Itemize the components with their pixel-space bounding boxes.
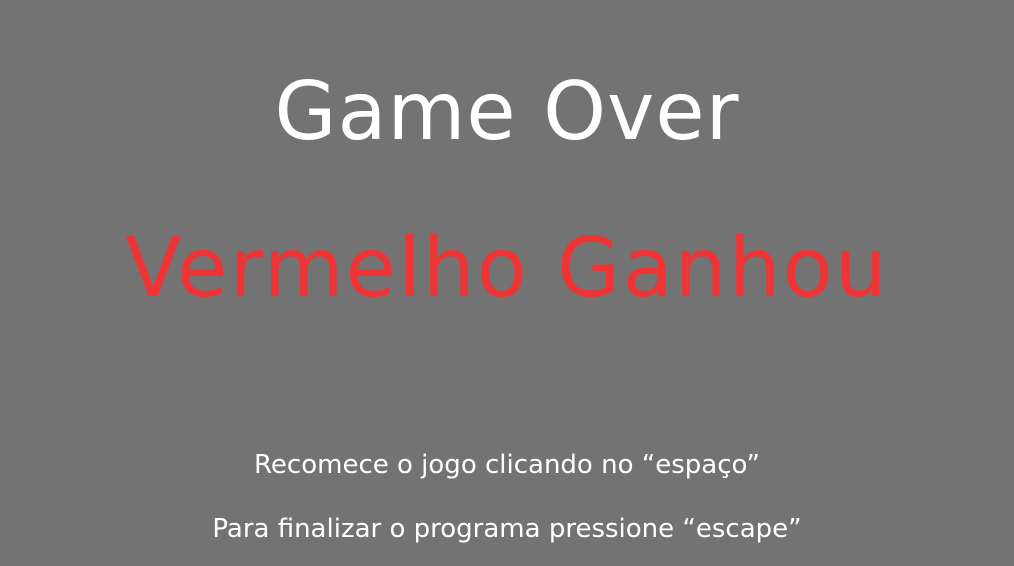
winner-message: Vermelho Ganhou: [125, 221, 889, 316]
restart-instruction: Recomece o jogo clicando no “espaço”: [254, 450, 760, 480]
game-over-screen: Game Over Vermelho Ganhou Recomece o jog…: [0, 0, 1014, 566]
exit-instruction: Para finalizar o programa pressione “esc…: [212, 514, 802, 544]
game-over-title: Game Over: [274, 65, 740, 158]
